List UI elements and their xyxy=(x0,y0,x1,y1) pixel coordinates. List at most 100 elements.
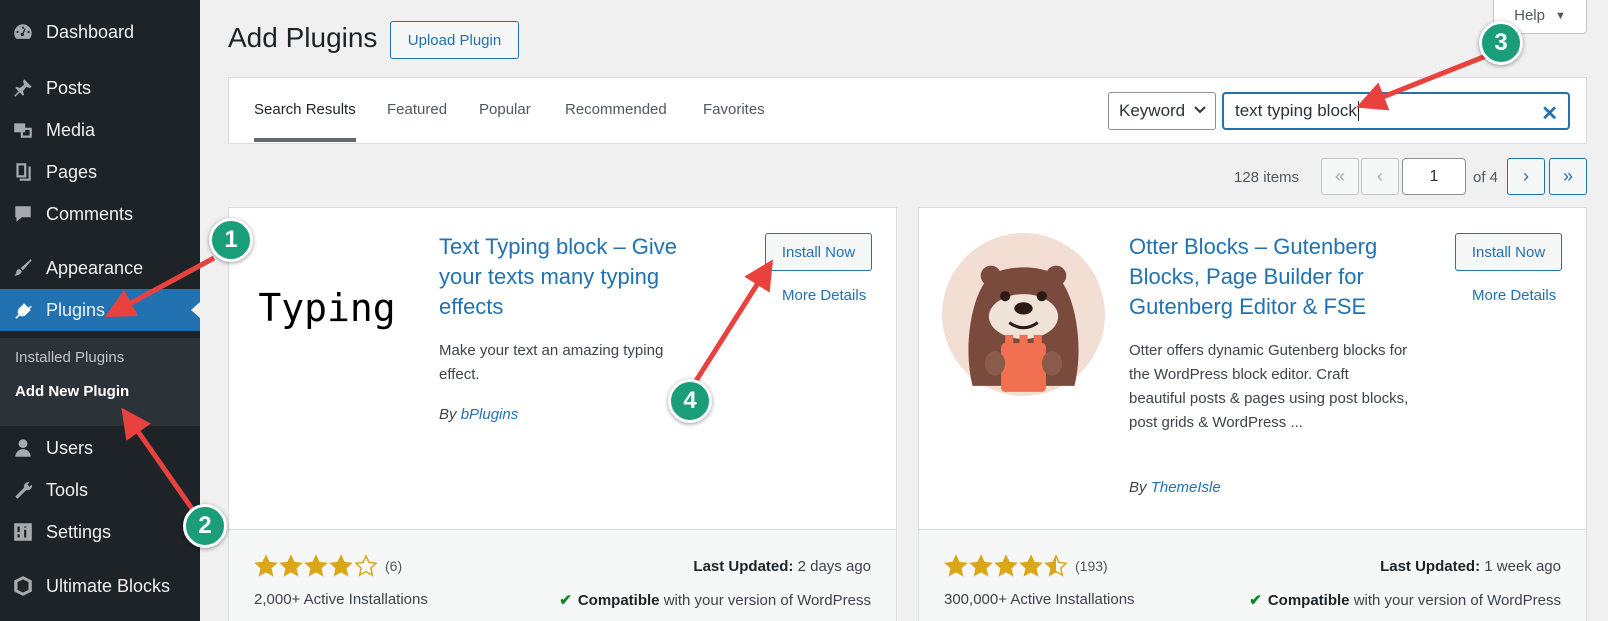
plugin-description: Otter offers dynamic Gutenberg blocks fo… xyxy=(1129,342,1409,431)
sidebar-item-media[interactable]: Media xyxy=(0,110,200,150)
user-icon xyxy=(12,437,34,459)
plug-icon xyxy=(12,299,34,321)
author-link[interactable]: bPlugins xyxy=(461,406,519,423)
active-installs: 2,000+ Active Installations xyxy=(254,591,428,608)
sidebar-item-tools[interactable]: Tools xyxy=(0,470,200,510)
tab-favorites[interactable]: Favorites xyxy=(703,101,765,118)
chevron-down-icon xyxy=(1194,106,1206,114)
sidebar-item-comments[interactable]: Comments xyxy=(0,194,200,234)
compatibility: ✔ Compatible with your version of WordPre… xyxy=(1249,591,1561,609)
admin-sidebar: Dashboard Posts Media Pages Comments App… xyxy=(0,0,200,621)
plugin-author: By bPlugins xyxy=(439,406,518,423)
plugin-title[interactable]: Text Typing block – Give your texts many… xyxy=(439,232,699,322)
compatible-label: Compatible xyxy=(1267,592,1350,609)
sidebar-item-label: Settings xyxy=(46,521,112,542)
sidebar-item-posts[interactable]: Posts xyxy=(0,68,200,108)
last-updated-label: Last Updated: xyxy=(693,558,794,575)
star-full-icon xyxy=(254,554,278,577)
prev-page-button[interactable]: ‹ xyxy=(1361,158,1399,195)
tab-search-results[interactable]: Search Results xyxy=(254,101,356,118)
sidebar-item-label: Users xyxy=(46,437,94,458)
current-page-input[interactable]: 1 xyxy=(1402,158,1466,195)
callout-badge-2: 2 xyxy=(183,504,227,548)
star-full-icon xyxy=(279,554,303,577)
author-prefix: By xyxy=(1129,479,1147,496)
compatible-rest: with your version of WordPress xyxy=(663,592,871,609)
pages-icon xyxy=(12,161,34,183)
search-type-value: Keyword xyxy=(1119,101,1186,120)
plugin-card-footer: (6) 2,000+ Active Installations Last Upd… xyxy=(229,529,896,621)
plugin-thumbnail[interactable]: Typing xyxy=(252,233,402,383)
sidebar-item-dashboard[interactable]: Dashboard xyxy=(0,12,200,52)
search-input[interactable]: text typing block ✕ xyxy=(1222,92,1570,130)
active-tab-indicator xyxy=(254,138,356,142)
star-full-icon xyxy=(969,554,993,577)
search-type-select[interactable]: Keyword xyxy=(1108,92,1216,130)
page-title: Add Plugins xyxy=(228,22,378,53)
checkmark-icon: ✔ xyxy=(559,592,572,609)
last-updated-label: Last Updated: xyxy=(1380,558,1481,575)
total-pages: of 4 xyxy=(1473,169,1499,186)
install-now-button[interactable]: Install Now xyxy=(765,233,872,271)
caret-down-icon: ▼ xyxy=(1554,9,1566,22)
clear-search-icon[interactable]: ✕ xyxy=(1541,101,1558,126)
upload-plugin-button[interactable]: Upload Plugin xyxy=(390,21,519,59)
star-rating: (6) xyxy=(254,554,402,578)
plugin-card-footer: (193) 300,000+ Active Installations Last… xyxy=(919,529,1586,621)
search-value: text typing block xyxy=(1235,101,1357,120)
compatibility: ✔ Compatible with your version of WordPre… xyxy=(559,591,871,609)
sidebar-item-ultimate-blocks[interactable]: Ultimate Blocks xyxy=(0,566,200,606)
cube-icon xyxy=(12,575,34,597)
author-link[interactable]: ThemeIsle xyxy=(1151,479,1221,496)
submenu-add-new-plugin[interactable]: Add New Plugin xyxy=(15,383,129,400)
install-now-button[interactable]: Install Now xyxy=(1455,233,1562,271)
next-page-button[interactable]: › xyxy=(1507,158,1545,195)
text-caret xyxy=(1357,101,1359,121)
last-updated: Last Updated: 2 days ago xyxy=(693,558,871,575)
dashboard-icon xyxy=(12,21,34,43)
more-details-link[interactable]: More Details xyxy=(1472,287,1556,304)
first-page-button[interactable]: « xyxy=(1321,158,1359,195)
author-prefix: By xyxy=(439,406,457,423)
sidebar-item-settings[interactable]: Settings xyxy=(0,512,200,552)
thumbnail-text: Typing xyxy=(258,286,396,330)
callout-badge-4: 4 xyxy=(668,379,712,423)
compatible-label: Compatible xyxy=(577,592,660,609)
last-page-button[interactable]: » xyxy=(1549,158,1587,195)
sliders-icon xyxy=(12,521,34,543)
sidebar-item-pages[interactable]: Pages xyxy=(0,152,200,192)
plugin-card: Otter Blocks – Gutenberg Blocks, Page Bu… xyxy=(918,207,1587,621)
sidebar-item-label: Plugins xyxy=(46,299,106,320)
sidebar-item-plugins[interactable]: Plugins xyxy=(0,289,200,331)
plugin-title[interactable]: Otter Blocks – Gutenberg Blocks, Page Bu… xyxy=(1129,232,1409,322)
tab-featured[interactable]: Featured xyxy=(387,101,447,118)
items-count: 128 items xyxy=(1234,169,1300,186)
sidebar-item-label: Ultimate Blocks xyxy=(46,575,171,596)
more-details-link[interactable]: More Details xyxy=(782,287,866,304)
pin-icon xyxy=(12,77,34,99)
plugin-description: Make your text an amazing typing effect. xyxy=(439,342,664,383)
sidebar-item-label: Comments xyxy=(46,203,134,224)
tab-recommended[interactable]: Recommended xyxy=(565,101,667,118)
checkmark-icon: ✔ xyxy=(1249,592,1262,609)
star-empty-icon xyxy=(354,554,378,577)
otter-logo xyxy=(942,233,1105,396)
last-updated-value: 2 days ago xyxy=(797,558,871,575)
plugins-submenu: Installed Plugins Add New Plugin xyxy=(0,338,200,426)
sidebar-item-label: Appearance xyxy=(46,257,144,278)
sidebar-item-label: Media xyxy=(46,119,96,140)
plugin-filter-bar: Search Results Featured Popular Recommen… xyxy=(228,77,1587,144)
help-label: Help xyxy=(1514,7,1545,24)
media-icon xyxy=(12,119,34,141)
sidebar-item-label: Tools xyxy=(46,479,89,500)
rating-count: (193) xyxy=(1075,558,1108,574)
star-rating: (193) xyxy=(944,554,1108,578)
sidebar-item-appearance[interactable]: Appearance xyxy=(0,248,200,288)
brush-icon xyxy=(12,257,34,279)
comment-icon xyxy=(12,203,34,225)
submenu-installed-plugins[interactable]: Installed Plugins xyxy=(15,349,124,366)
plugin-thumbnail[interactable] xyxy=(942,233,1105,396)
tab-popular[interactable]: Popular xyxy=(479,101,531,118)
sidebar-item-users[interactable]: Users xyxy=(0,428,200,468)
star-full-icon xyxy=(1019,554,1043,577)
